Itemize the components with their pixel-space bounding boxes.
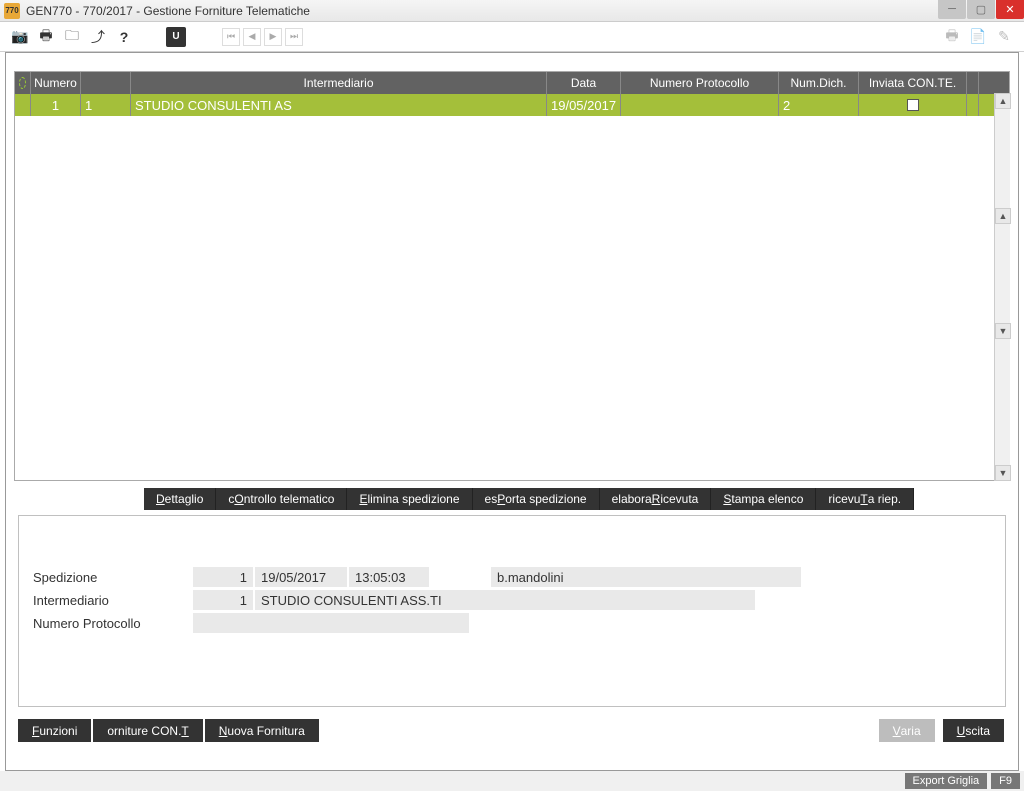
stampa-elenco-button[interactable]: Stampa elenco bbox=[711, 488, 816, 510]
nuova-fornitura-button[interactable]: Nuova Fornitura bbox=[205, 719, 319, 742]
window-title: GEN770 - 770/2017 - Gestione Forniture T… bbox=[26, 4, 310, 18]
spedizione-user-field[interactable]: b.mandolini bbox=[491, 567, 801, 587]
grid-header-blank[interactable] bbox=[81, 72, 131, 94]
camera-icon[interactable]: 📷 bbox=[10, 27, 30, 47]
detail-panel: Spedizione 1 19/05/2017 13:05:03 b.mando… bbox=[18, 515, 1006, 707]
funzioni-button[interactable]: Funzioni bbox=[18, 719, 91, 742]
bottom-button-row: Funzioni orniture CON.T Nuova Fornitura … bbox=[18, 719, 1006, 742]
detail-row-spedizione: Spedizione 1 19/05/2017 13:05:03 b.mando… bbox=[33, 566, 991, 588]
toolbar-box-button[interactable]: U bbox=[166, 27, 186, 47]
cell-protocollo bbox=[621, 94, 779, 116]
grid-header-inviata[interactable]: Inviata CON.TE. bbox=[859, 72, 967, 94]
protocollo-field[interactable] bbox=[193, 613, 469, 633]
cell-inviata[interactable] bbox=[859, 94, 967, 116]
app-icon: 770 bbox=[4, 3, 20, 19]
detail-row-intermediario: Intermediario 1 STUDIO CONSULENTI ASS.TI bbox=[33, 589, 991, 611]
status-bar: Export Griglia F9 bbox=[0, 771, 1024, 791]
upload-icon[interactable]: ⤴ bbox=[88, 27, 108, 47]
intermediario-name-field[interactable]: STUDIO CONSULENTI ASS.TI bbox=[255, 590, 755, 610]
gear-icon bbox=[19, 77, 26, 89]
table-row[interactable]: 1 1 STUDIO CONSULENTI AS 19/05/2017 2 bbox=[15, 94, 1009, 116]
nav-first-icon[interactable]: ⏮ bbox=[222, 28, 240, 46]
vertical-scrollbar[interactable]: ▲ ▲ ▼ ▼ bbox=[994, 93, 1010, 481]
elimina-spedizione-button[interactable]: Elimina spedizione bbox=[347, 488, 472, 510]
maximize-button[interactable]: ▢ bbox=[967, 0, 995, 19]
grid-header-intermediario[interactable]: Intermediario bbox=[131, 72, 547, 94]
scroll-dbl-up-icon[interactable]: ▲ bbox=[995, 208, 1011, 224]
forniture-conte-button[interactable]: orniture CON.T bbox=[93, 719, 202, 742]
cell-end bbox=[967, 94, 979, 116]
ricevuta-riep-button[interactable]: ricevuTa riep. bbox=[816, 488, 914, 510]
grid-header-end bbox=[967, 72, 979, 94]
intermediario-label: Intermediario bbox=[33, 593, 193, 608]
folder-icon[interactable]: 🗀 bbox=[62, 27, 82, 47]
row-marker bbox=[15, 94, 31, 116]
cell-numero: 1 bbox=[31, 94, 81, 116]
nav-prev-icon[interactable]: ◀ bbox=[243, 28, 261, 46]
data-grid: Numero Intermediario Data Numero Protoco… bbox=[14, 71, 1010, 481]
grid-header-gear[interactable] bbox=[15, 72, 31, 94]
record-nav-group: ⏮ ◀ ▶ ⏭ bbox=[222, 28, 303, 46]
toolbar-right-icon-2: 📄 bbox=[968, 27, 988, 47]
cell-data: 19/05/2017 bbox=[547, 94, 621, 116]
scroll-dbl-down-icon[interactable]: ▼ bbox=[995, 323, 1011, 339]
spedizione-date-field[interactable]: 19/05/2017 bbox=[255, 567, 347, 587]
grid-header-row: Numero Intermediario Data Numero Protoco… bbox=[15, 72, 1009, 94]
bottom-right-group: Varia Uscita bbox=[879, 719, 1006, 742]
elabora-ricevuta-button[interactable]: elabora Ricevuta bbox=[600, 488, 712, 510]
help-icon[interactable]: ? bbox=[114, 27, 134, 47]
action-button-row: Dettaglio cOntrollo telematico Elimina s… bbox=[144, 488, 914, 510]
protocollo-label: Numero Protocollo bbox=[33, 616, 193, 631]
spedizione-label: Spedizione bbox=[33, 570, 193, 585]
cell-seq: 1 bbox=[81, 94, 131, 116]
print-icon[interactable]: 🖶 bbox=[36, 27, 56, 47]
export-griglia-button[interactable]: Export Griglia bbox=[905, 773, 988, 789]
grid-header-numero[interactable]: Numero bbox=[31, 72, 81, 94]
grid-header-protocollo[interactable]: Numero Protocollo bbox=[621, 72, 779, 94]
cell-numdich: 2 bbox=[779, 94, 859, 116]
main-panel: Numero Intermediario Data Numero Protoco… bbox=[5, 52, 1019, 771]
f9-button[interactable]: F9 bbox=[991, 773, 1020, 789]
esporta-spedizione-button[interactable]: esPorta spedizione bbox=[473, 488, 600, 510]
checkbox-icon[interactable] bbox=[907, 99, 919, 111]
spedizione-number-field[interactable]: 1 bbox=[193, 567, 253, 587]
close-button[interactable]: ✕ bbox=[996, 0, 1024, 19]
scroll-up-icon[interactable]: ▲ bbox=[995, 93, 1011, 109]
varia-button: Varia bbox=[879, 719, 935, 742]
toolbar: 📷 🖶 🗀 ⤴ ? U ⏮ ◀ ▶ ⏭ 🖶 📄 ✎ bbox=[0, 22, 1024, 52]
nav-next-icon[interactable]: ▶ bbox=[264, 28, 282, 46]
toolbar-right-icon-1: 🖶 bbox=[942, 27, 962, 47]
controllo-telematico-button[interactable]: cOntrollo telematico bbox=[216, 488, 347, 510]
detail-row-protocollo: Numero Protocollo bbox=[33, 612, 991, 634]
grid-header-data[interactable]: Data bbox=[547, 72, 621, 94]
toolbar-right-icon-3: ✎ bbox=[994, 27, 1014, 47]
window-titlebar: 770 GEN770 - 770/2017 - Gestione Fornitu… bbox=[0, 0, 1024, 22]
cell-intermediario: STUDIO CONSULENTI AS bbox=[131, 94, 547, 116]
scroll-down-icon[interactable]: ▼ bbox=[995, 465, 1011, 481]
uscita-button[interactable]: Uscita bbox=[943, 719, 1004, 742]
grid-header-numdich[interactable]: Num.Dich. bbox=[779, 72, 859, 94]
spedizione-time-field[interactable]: 13:05:03 bbox=[349, 567, 429, 587]
window-controls: ─ ▢ ✕ bbox=[937, 0, 1024, 19]
minimize-button[interactable]: ─ bbox=[938, 0, 966, 19]
nav-last-icon[interactable]: ⏭ bbox=[285, 28, 303, 46]
bottom-left-group: Funzioni orniture CON.T Nuova Fornitura bbox=[18, 719, 321, 742]
dettaglio-button[interactable]: Dettaglio bbox=[144, 488, 216, 510]
intermediario-number-field[interactable]: 1 bbox=[193, 590, 253, 610]
